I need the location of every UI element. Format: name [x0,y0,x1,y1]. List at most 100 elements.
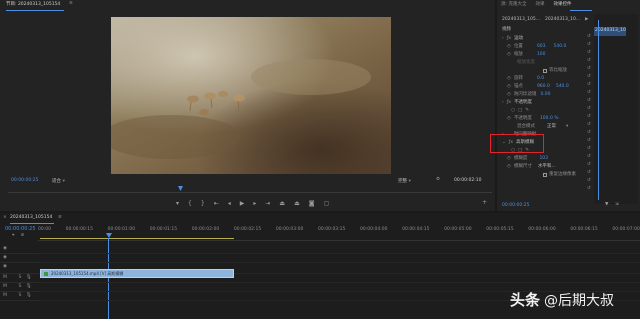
go-to-out-icon[interactable]: ⇥ [265,201,270,207]
timeline-menu-icon[interactable]: ≡ [58,215,62,221]
opacity-stopwatch-icon[interactable]: ◷ [507,116,511,122]
clip-timeline-name[interactable]: 20240313_10... [545,17,580,23]
timeline-timecode[interactable]: 00:00:00:25 [5,227,36,232]
eye-icon[interactable]: ◉ [3,246,7,251]
mute-icon[interactable]: M [3,275,7,280]
mute-icon[interactable]: M [3,293,7,298]
tab-source[interactable]: 源: 克隆大全 [501,2,526,8]
blurriness-stopwatch-icon[interactable]: ◷ [507,156,511,162]
flicker-value[interactable]: 0.00 [540,92,550,98]
rect-mask-icon[interactable]: □ [518,108,522,114]
gaussian-highlight-box [490,134,544,153]
mark-out-icon[interactable]: } [201,201,205,207]
rotation-stopwatch-icon[interactable]: ◷ [507,76,511,82]
clip-label: 20240313_105154.mp4 [V] 高斯模糊 [51,270,124,276]
add-button-icon[interactable]: + [482,200,487,206]
timeline-close-icon[interactable]: × [3,215,7,221]
link-icon[interactable]: ⊘ [21,233,25,239]
blur-dim-stopwatch-icon[interactable]: ◷ [507,164,511,170]
mark-in-icon[interactable]: { [188,201,192,207]
ec-properties: 视频 › ƒx 运动 ◷ 位置 603 540.0 ◷ 缩放 100 缩放宽度 … [497,26,594,206]
button-editor-icon[interactable]: ▢ [324,201,330,207]
wrench-icon[interactable]: ⚙ [436,177,440,183]
monitor-tab[interactable]: 节目: 20240313_105154 [6,2,60,8]
ec-filter-icon[interactable]: ▼ [605,202,608,208]
opacity-row[interactable]: › ƒx 不透明度 [497,99,594,107]
lift-icon[interactable]: ⏏ [279,201,285,207]
blurriness-value[interactable]: 103 [539,156,548,162]
play-icon[interactable]: ▶ [240,201,245,207]
solo-icon[interactable]: S [18,284,21,289]
solo-icon[interactable]: S [18,293,21,298]
opacity-value-row: ◷ 不透明度 100.0 % [497,115,594,123]
pen-mask-icon[interactable]: ✎ [525,108,529,114]
motion-chevron-icon[interactable]: › [502,36,504,42]
program-monitor: 节目: 20240313_105154 ≡ 00:00:00:25 适合 ▾ 完… [0,0,495,211]
repeat-edge-checkbox[interactable] [543,173,547,177]
ec-export-icon[interactable]: ⇲ [615,202,619,208]
eye-icon[interactable]: ◉ [3,255,7,260]
mic-icon[interactable]: 🎙 [26,293,32,298]
ec-mini-timeline [594,14,638,204]
position-stopwatch-icon[interactable]: ◷ [507,44,511,50]
go-to-in-icon[interactable]: ⇤ [214,201,219,207]
anchor-y-value[interactable]: 540.0 [556,84,569,90]
fit-dropdown[interactable]: 适合 ▾ [52,178,92,185]
scale-value[interactable]: 100 [537,52,546,58]
mute-icon[interactable]: M [3,284,7,289]
monitor-timecode-left[interactable]: 00:00:00:25 [11,178,38,184]
blend-mode-select[interactable]: 正常 [547,124,556,130]
track-a1: M S 🎙 [0,274,38,283]
add-marker-icon[interactable]: ▾ [176,201,179,207]
rotation-row: ◷ 旋转 0.0 [497,75,594,83]
tab-effect-controls[interactable]: 效果控件 [553,2,571,8]
video-clip[interactable]: 20240313_105154.mp4 [V] 高斯模糊 [40,269,234,278]
ruler-label: 00:00:04:15 [402,227,430,232]
clip-name[interactable]: 20240313_105... [502,17,540,23]
opacity-chevron-icon[interactable]: › [502,100,504,106]
clip-fx-badge [44,271,48,276]
motion-row[interactable]: › ƒx 运动 [497,35,594,43]
reset-icons-column: ↺ ↺ ↺ ↺ ↺ ↺ ↺ ↺ ↺ ↺ ↺ ↺ ↺ ↺ ↺ ↺ ↺ ↺ ↺ ↺ [587,34,593,195]
snap-icon[interactable]: ⌖ [12,233,15,239]
position-row: ◷ 位置 603 540.0 [497,43,594,51]
mic-icon[interactable]: 🎙 [26,284,32,289]
watermark-handle: @后期大叔 [544,292,615,309]
watermark: 头条 @后期大叔 [510,289,614,310]
blurriness-label: 模糊度 [513,155,528,161]
extract-icon[interactable]: ⏏ [294,201,300,207]
export-frame-icon[interactable]: ◙ [309,201,315,207]
anchor-label: 锚点 [513,83,523,89]
step-forward-icon[interactable]: ▸ [253,201,256,207]
scale-stopwatch-icon[interactable]: ◷ [507,52,511,58]
track-v2: ◉ [0,254,38,263]
ec-playhead-line[interactable] [598,20,599,200]
quality-chevron-down-icon: ▾ [408,179,411,184]
reset-icon[interactable]: ↺ [587,186,593,195]
scale-row: ◷ 缩放 100 [497,51,594,59]
flicker-stopwatch-icon[interactable]: ◷ [507,92,511,98]
position-y-value[interactable]: 540.0 [554,44,567,50]
position-x-value[interactable]: 603 [537,44,546,50]
eye-icon[interactable]: ◉ [3,264,7,269]
uniform-scale-checkbox[interactable] [543,69,547,73]
ec-play-icon[interactable]: ▶ [585,17,588,23]
solo-icon[interactable]: S [18,275,21,280]
blur-dim-select[interactable]: 水平和... [538,164,556,170]
step-back-icon[interactable]: ◂ [228,201,231,207]
blend-chevron-down-icon[interactable]: ▾ [566,124,568,130]
ruler-label: 00:00:06:15 [570,227,598,232]
mic-icon[interactable]: 🎙 [26,275,32,280]
timeline-tab[interactable]: 20240313_105154 [10,215,52,221]
rotation-value[interactable]: 0.0 [537,76,544,82]
watermark-brand: 头条 [510,291,541,309]
monitor-menu-icon[interactable]: ≡ [69,1,73,7]
ellipse-mask-icon[interactable]: ○ [511,108,515,114]
opacity-value[interactable]: 100.0 % [540,116,559,122]
work-area-bar[interactable] [40,238,234,239]
tab-effects[interactable]: 效果 [535,2,544,8]
monitor-scrubber[interactable] [8,190,492,193]
quality-dropdown[interactable]: 完整 ▾ [398,178,430,185]
anchor-stopwatch-icon[interactable]: ◷ [507,84,511,90]
anchor-x-value[interactable]: 960.0 [537,84,550,90]
